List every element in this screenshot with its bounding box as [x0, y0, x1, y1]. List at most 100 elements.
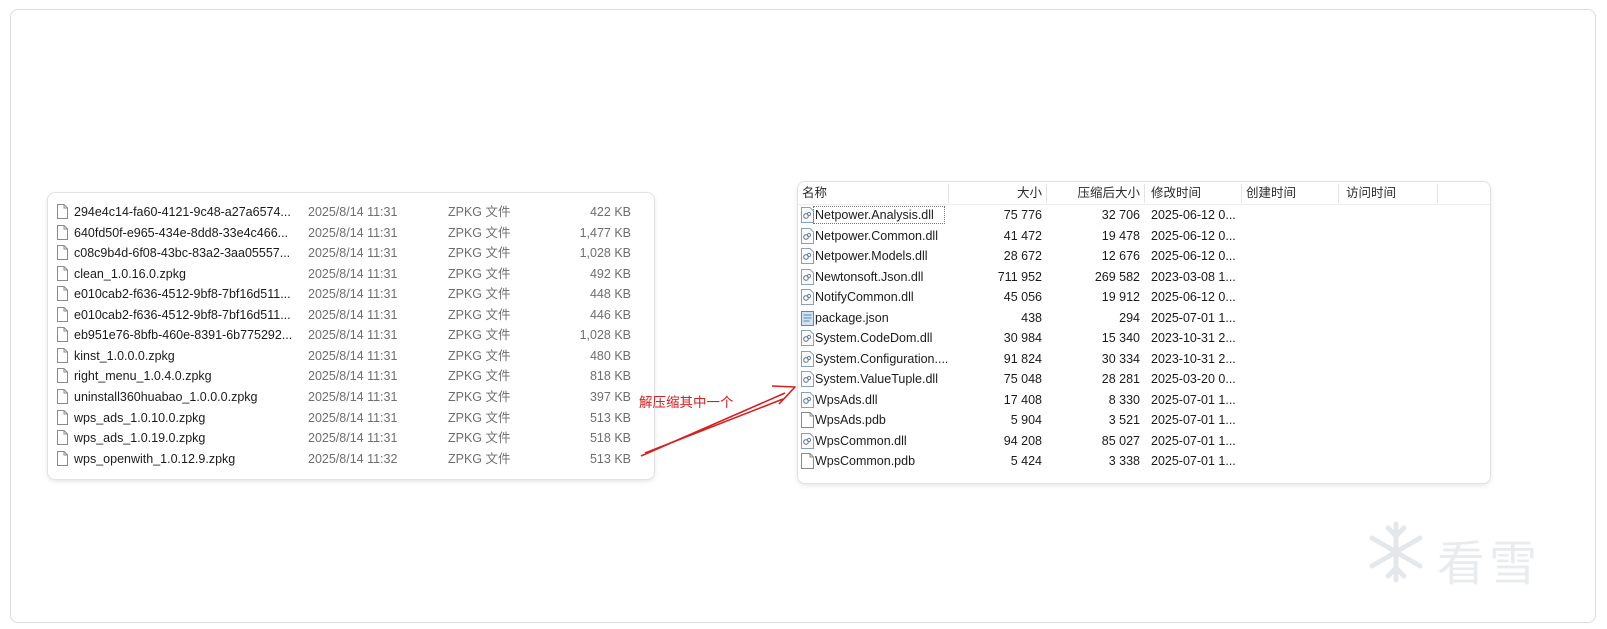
file-type: ZPKG 文件 — [448, 225, 511, 240]
file-size: 513 KB — [589, 451, 631, 466]
annotation-label: 解压缩其中一个 — [639, 395, 734, 410]
archive-packed-size: 19 478 — [1101, 228, 1140, 243]
file-row[interactable]: c08c9b4d-6f08-43bc-83a2-3aa05557... 2025/… — [48, 243, 654, 264]
archive-row[interactable]: Newtonsoft.Json.dll 711 952 269 582 2023-03… — [798, 267, 1490, 288]
archive-row[interactable]: System.Configuration.... 91 824 30 334 2023… — [798, 349, 1490, 370]
archive-modified-time: 2025-06-12 0... — [1151, 249, 1236, 263]
file-row[interactable]: e010cab2-f636-4512-9bf8-7bf16d511... 2025… — [48, 284, 654, 305]
archive-row[interactable]: NotifyCommon.dll 45 056 19 912 2025-06-12 0… — [798, 287, 1490, 308]
file-date-modified: 2025/8/14 11:31 — [308, 205, 398, 219]
file-date-modified: 2025/8/14 11:31 — [308, 389, 398, 404]
archive-file-size: 438 — [1021, 310, 1042, 325]
file-row[interactable]: wps_ads_1.0.19.0.zpkg 2025/8/14 11:31 ZPKG… — [48, 428, 654, 449]
document-icon — [57, 409, 68, 425]
archive-modified-time: 2025-06-12 0... — [1151, 290, 1236, 304]
file-type: ZPKG 文件 — [448, 348, 511, 363]
file-name: 640fd50f-e965-434e-8dd8-33e4c466... — [74, 225, 289, 240]
archive-packed-size: 85 027 — [1101, 433, 1140, 448]
archive-file-size: 30 984 — [1003, 331, 1042, 345]
file-size: 1,477 KB — [579, 225, 631, 240]
file-type: ZPKG 文件 — [448, 410, 511, 425]
archive-modified-time: 2023-10-31 2... — [1151, 331, 1236, 345]
file-date-modified: 2025/8/14 11:31 — [308, 246, 398, 261]
document-icon — [57, 368, 68, 384]
file-date-modified: 2025/8/14 11:31 — [308, 369, 398, 384]
dll-icon — [801, 268, 814, 285]
archive-row[interactable]: WpsCommon.pdb 5 424 3 338 2025-07-01 1... — [798, 451, 1490, 472]
archive-row[interactable]: Netpower.Analysis.dll 75 776 32 706 2025-06… — [798, 205, 1490, 226]
archive-modified-time: 2023-10-31 2... — [1151, 351, 1236, 366]
file-type: ZPKG 文件 — [448, 266, 511, 281]
file-row[interactable]: right_menu_1.0.4.0.zpkg 2025/8/14 11:31 ZP… — [48, 366, 654, 387]
file-row[interactable]: kinst_1.0.0.0.zpkg 2025/8/14 11:31 ZPKG 文件… — [48, 346, 654, 367]
file-icon — [801, 453, 814, 469]
archive-row[interactable]: System.ValueTuple.dll 75 048 28 281 2025-03… — [798, 369, 1490, 390]
archive-file-size: 5 904 — [1010, 413, 1042, 427]
file-size: 397 KB — [589, 389, 631, 404]
archive-file-name: WpsCommon.pdb — [815, 454, 916, 468]
archive-packed-size: 15 340 — [1101, 331, 1140, 345]
archive-file-size: 75 048 — [1003, 372, 1042, 386]
archive-row[interactable]: System.CodeDom.dll 30 984 15 340 2023-10-31… — [798, 328, 1490, 349]
archive-file-name: WpsAds.dll — [815, 392, 878, 407]
archive-packed-size: 12 676 — [1101, 249, 1140, 263]
file-size: 480 KB — [589, 348, 631, 363]
document-icon — [57, 286, 68, 302]
file-row[interactable]: e010cab2-f636-4512-9bf8-7bf16d511... 2025… — [48, 305, 654, 326]
column-header-packed-size[interactable]: 压缩后大小 — [1046, 182, 1144, 205]
file-date-modified: 2025/8/14 11:31 — [308, 287, 398, 302]
archive-packed-size: 8 330 — [1108, 392, 1140, 407]
document-icon — [57, 327, 68, 343]
file-row[interactable]: wps_ads_1.0.10.0.zpkg 2025/8/14 11:31 ZPKG… — [48, 408, 654, 429]
file-name: clean_1.0.16.0.zpkg — [74, 266, 186, 281]
file-type: ZPKG 文件 — [448, 369, 511, 384]
file-row[interactable]: wps_openwith_1.0.12.9.zpkg 2025/8/14 11:3… — [48, 449, 654, 470]
archive-modified-time: 2025-06-12 0... — [1151, 208, 1236, 222]
file-name: right_menu_1.0.4.0.zpkg — [74, 369, 212, 384]
archive-row[interactable]: Netpower.Common.dll 41 472 19 478 2025-06-1… — [798, 226, 1490, 247]
archive-packed-size: 269 582 — [1094, 269, 1140, 284]
column-header-name[interactable]: 名称 — [798, 182, 948, 205]
explorer-file-list: 294e4c14-fa60-4121-9c48-a27a6574... 2025/… — [48, 193, 654, 479]
file-row[interactable]: clean_1.0.16.0.zpkg 2025/8/14 11:31 ZPKG 文… — [48, 264, 654, 285]
column-header-modified[interactable]: 修改时间 — [1147, 182, 1241, 205]
document-icon — [57, 450, 68, 466]
archive-modified-time: 2025-07-01 1... — [1151, 454, 1236, 468]
archive-file-name: NotifyCommon.dll — [815, 290, 914, 304]
archive-row[interactable]: WpsCommon.dll 94 208 85 027 2025-07-01 1... — [798, 431, 1490, 452]
column-header-created[interactable]: 创建时间 — [1242, 182, 1338, 205]
file-row[interactable]: 640fd50f-e965-434e-8dd8-33e4c466... 2025/… — [48, 223, 654, 244]
column-header-size[interactable]: 大小 — [948, 182, 1046, 205]
archive-row[interactable]: package.json 438 294 2025-07-01 1... — [798, 308, 1490, 329]
file-row[interactable]: 294e4c14-fa60-4121-9c48-a27a6574... 2025/… — [48, 202, 654, 223]
column-header-accessed[interactable]: 访问时间 — [1342, 182, 1438, 205]
dll-icon — [801, 350, 814, 367]
archive-row[interactable]: Netpower.Models.dll 28 672 12 676 2025-06-1… — [798, 246, 1490, 267]
column-header-row: 名称 大小 压缩后大小 修改时间 创建时间 访问时间 — [798, 182, 1490, 205]
archive-file-name: Netpower.Models.dll — [815, 249, 928, 263]
archive-file-name: WpsAds.pdb — [815, 413, 886, 427]
archive-file-name: WpsCommon.dll — [815, 433, 907, 448]
archive-row[interactable]: WpsAds.dll 17 408 8 330 2025-07-01 1... — [798, 390, 1490, 411]
archive-file-name: System.ValueTuple.dll — [815, 372, 938, 386]
file-type: ZPKG 文件 — [448, 246, 511, 261]
archive-file-size: 28 672 — [1003, 249, 1042, 263]
archive-file-size: 711 952 — [997, 269, 1042, 284]
file-size: 513 KB — [589, 410, 631, 425]
file-row[interactable]: eb951e76-8bfb-460e-8391-6b775292... 2025/… — [48, 325, 654, 346]
file-type: ZPKG 文件 — [448, 431, 511, 446]
archive-file-name: Newtonsoft.Json.dll — [815, 269, 924, 284]
dll-icon — [801, 371, 814, 387]
document-icon — [57, 204, 68, 219]
archive-row[interactable]: WpsAds.pdb 5 904 3 521 2025-07-01 1... — [798, 410, 1490, 431]
file-date-modified: 2025/8/14 11:31 — [308, 410, 398, 425]
file-date-modified: 2025/8/14 11:31 — [308, 431, 398, 446]
file-name: 294e4c14-fa60-4121-9c48-a27a6574... — [74, 205, 291, 219]
archive-packed-size: 294 — [1119, 310, 1140, 325]
file-row[interactable]: uninstall360huabao_1.0.0.0.zpkg 2025/8/14… — [48, 387, 654, 408]
archive-file-size: 75 776 — [1003, 208, 1042, 222]
archive-packed-size: 19 912 — [1101, 290, 1140, 304]
file-name: wps_ads_1.0.19.0.zpkg — [74, 431, 206, 446]
file-name: wps_ads_1.0.10.0.zpkg — [74, 410, 206, 425]
file-date-modified: 2025/8/14 11:31 — [308, 225, 398, 240]
